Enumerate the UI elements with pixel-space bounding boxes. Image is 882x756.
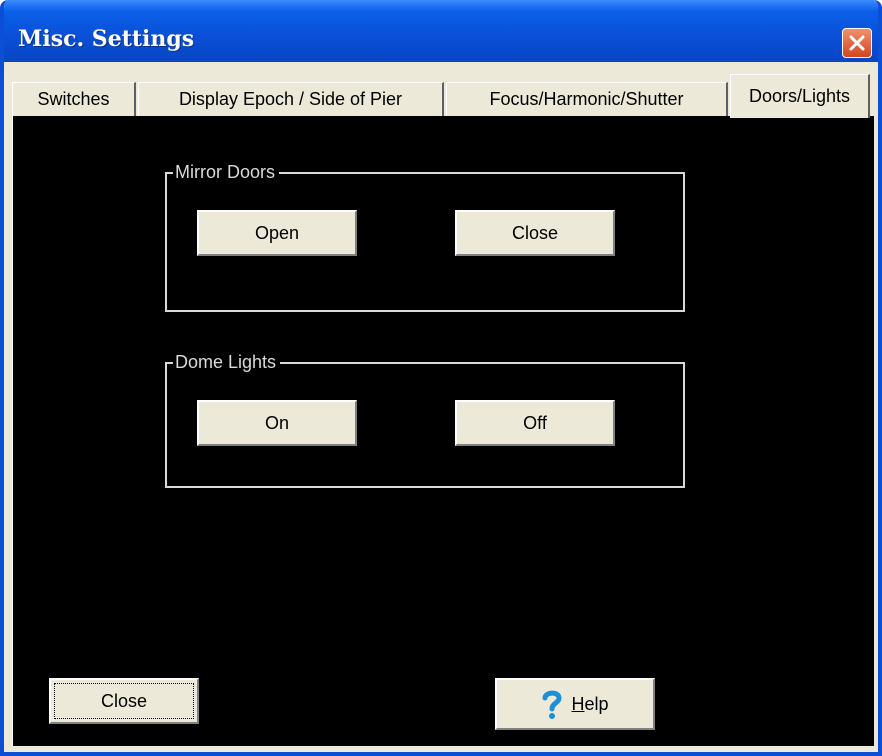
tab-display-epoch[interactable]: Display Epoch / Side of Pier [138, 82, 444, 116]
help-label: Help [571, 693, 609, 714]
mirror-doors-group: Mirror Doors Open Close [165, 160, 685, 312]
tab-focus-harmonic-shutter[interactable]: Focus/Harmonic/Shutter [446, 82, 728, 116]
close-window-button[interactable] [842, 28, 872, 58]
tab-switches[interactable]: Switches [12, 82, 136, 116]
misc-settings-window: Misc. Settings Switches Display Epoch / … [0, 0, 882, 756]
mirror-doors-label: Mirror Doors [173, 160, 280, 184]
help-button[interactable]: Help [495, 678, 655, 730]
doors-lights-panel: Mirror Doors Open Close Dome Lights On O… [12, 116, 874, 746]
dome-lights-off-button[interactable]: Off [455, 400, 615, 446]
title-bar[interactable]: Misc. Settings [4, 0, 878, 62]
dome-lights-group: Dome Lights On Off [165, 350, 685, 488]
window-title: Misc. Settings [18, 26, 195, 52]
tab-strip: Switches Display Epoch / Side of Pier Fo… [12, 74, 878, 118]
mirror-doors-open-button[interactable]: Open [197, 210, 357, 256]
tab-doors-lights[interactable]: Doors/Lights [730, 74, 870, 118]
close-x-icon [849, 35, 865, 51]
question-mark-icon [542, 690, 562, 719]
dome-lights-on-button[interactable]: On [197, 400, 357, 446]
dome-lights-label: Dome Lights [173, 350, 281, 374]
mirror-doors-close-button[interactable]: Close [455, 210, 615, 256]
close-button[interactable]: Close [49, 678, 199, 724]
